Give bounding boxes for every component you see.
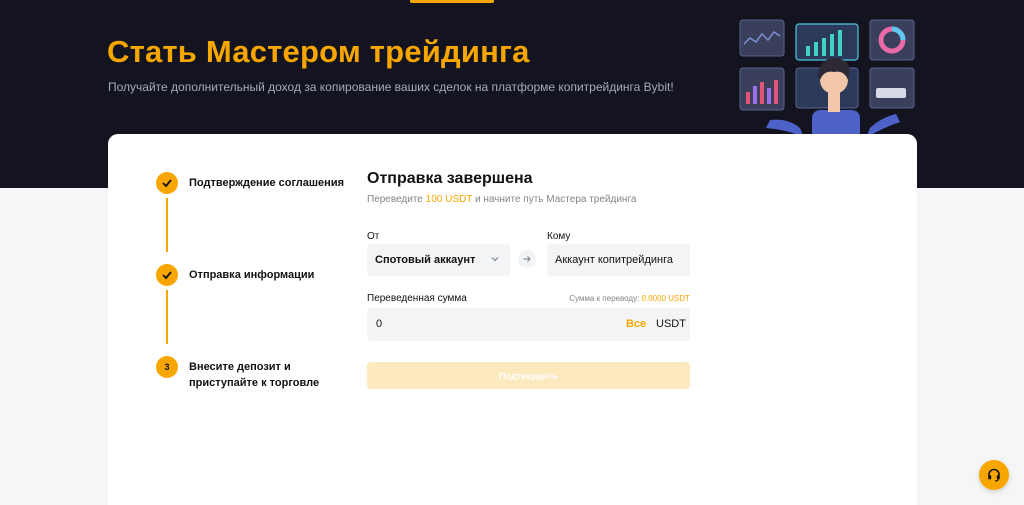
check-icon <box>162 179 172 188</box>
step-number-indicator: 3 <box>156 356 178 378</box>
chevron-down-icon <box>491 257 499 262</box>
from-account-select[interactable]: Спотовый аккаунт <box>367 244 510 276</box>
currency-unit: USDT <box>656 318 686 330</box>
to-label: Кому <box>547 231 571 242</box>
step-label-line: Внесите депозит и <box>189 361 291 373</box>
arrow-right-icon <box>523 256 531 262</box>
headset-icon <box>988 468 1000 482</box>
support-chat-button[interactable] <box>979 460 1009 490</box>
step-done-indicator <box>156 172 178 194</box>
amount-label: Переведенная сумма <box>367 293 467 304</box>
transferable-amount: Сумма к переводу: 0.0000 USDT <box>569 294 690 303</box>
step-label-line: приступайте к торговле <box>189 377 320 389</box>
from-account-value: Спотовый аккаунт <box>375 254 476 266</box>
confirm-button[interactable]: Подтвердить <box>367 362 690 389</box>
to-account-value: Аккаунт копитрейдинга <box>555 254 673 266</box>
step-connector <box>166 198 168 252</box>
step-agreement: Подтверждение соглашения <box>156 172 344 194</box>
amount-input[interactable]: 0 Все USDT <box>367 308 690 341</box>
subtitle-text: и начните путь Мастера трейдинга <box>474 194 637 205</box>
trader-illustration <box>739 19 915 140</box>
page-title: Стать Мастером трейдинга <box>107 34 530 69</box>
max-all-button[interactable]: Все <box>626 318 646 330</box>
step-label: Подтверждение соглашения <box>189 177 344 189</box>
amount-value[interactable]: 0 <box>376 318 382 330</box>
form-title: Отправка завершена <box>367 170 533 187</box>
nav-active-indicator <box>410 0 494 3</box>
form-subtitle: Переведите 100 USDT и начните путь Масте… <box>367 194 636 205</box>
transfer-direction-button[interactable] <box>518 250 536 268</box>
to-account-field: Аккаунт копитрейдинга <box>547 244 690 276</box>
step-information: Отправка информации <box>156 264 314 286</box>
onboarding-card: Подтверждение соглашения Отправка информ… <box>108 134 917 505</box>
subtitle-amount: 100 USDT <box>425 194 473 205</box>
subtitle-text: Переведите <box>367 194 423 205</box>
step-connector <box>166 290 168 344</box>
page-subtitle: Получайте дополнительный доход за копиро… <box>108 80 674 94</box>
from-label: От <box>367 231 380 242</box>
check-icon <box>162 271 172 280</box>
transferable-value: 0.0000 USDT <box>641 294 690 303</box>
step-label: Внесите депозит и приступайте к торговле <box>189 359 319 391</box>
step-label: Отправка информации <box>189 269 315 281</box>
step-deposit: 3 Внесите депозит и приступайте к торгов… <box>156 356 319 391</box>
step-done-indicator <box>156 264 178 286</box>
transferable-label: Сумма к переводу: <box>569 294 640 303</box>
